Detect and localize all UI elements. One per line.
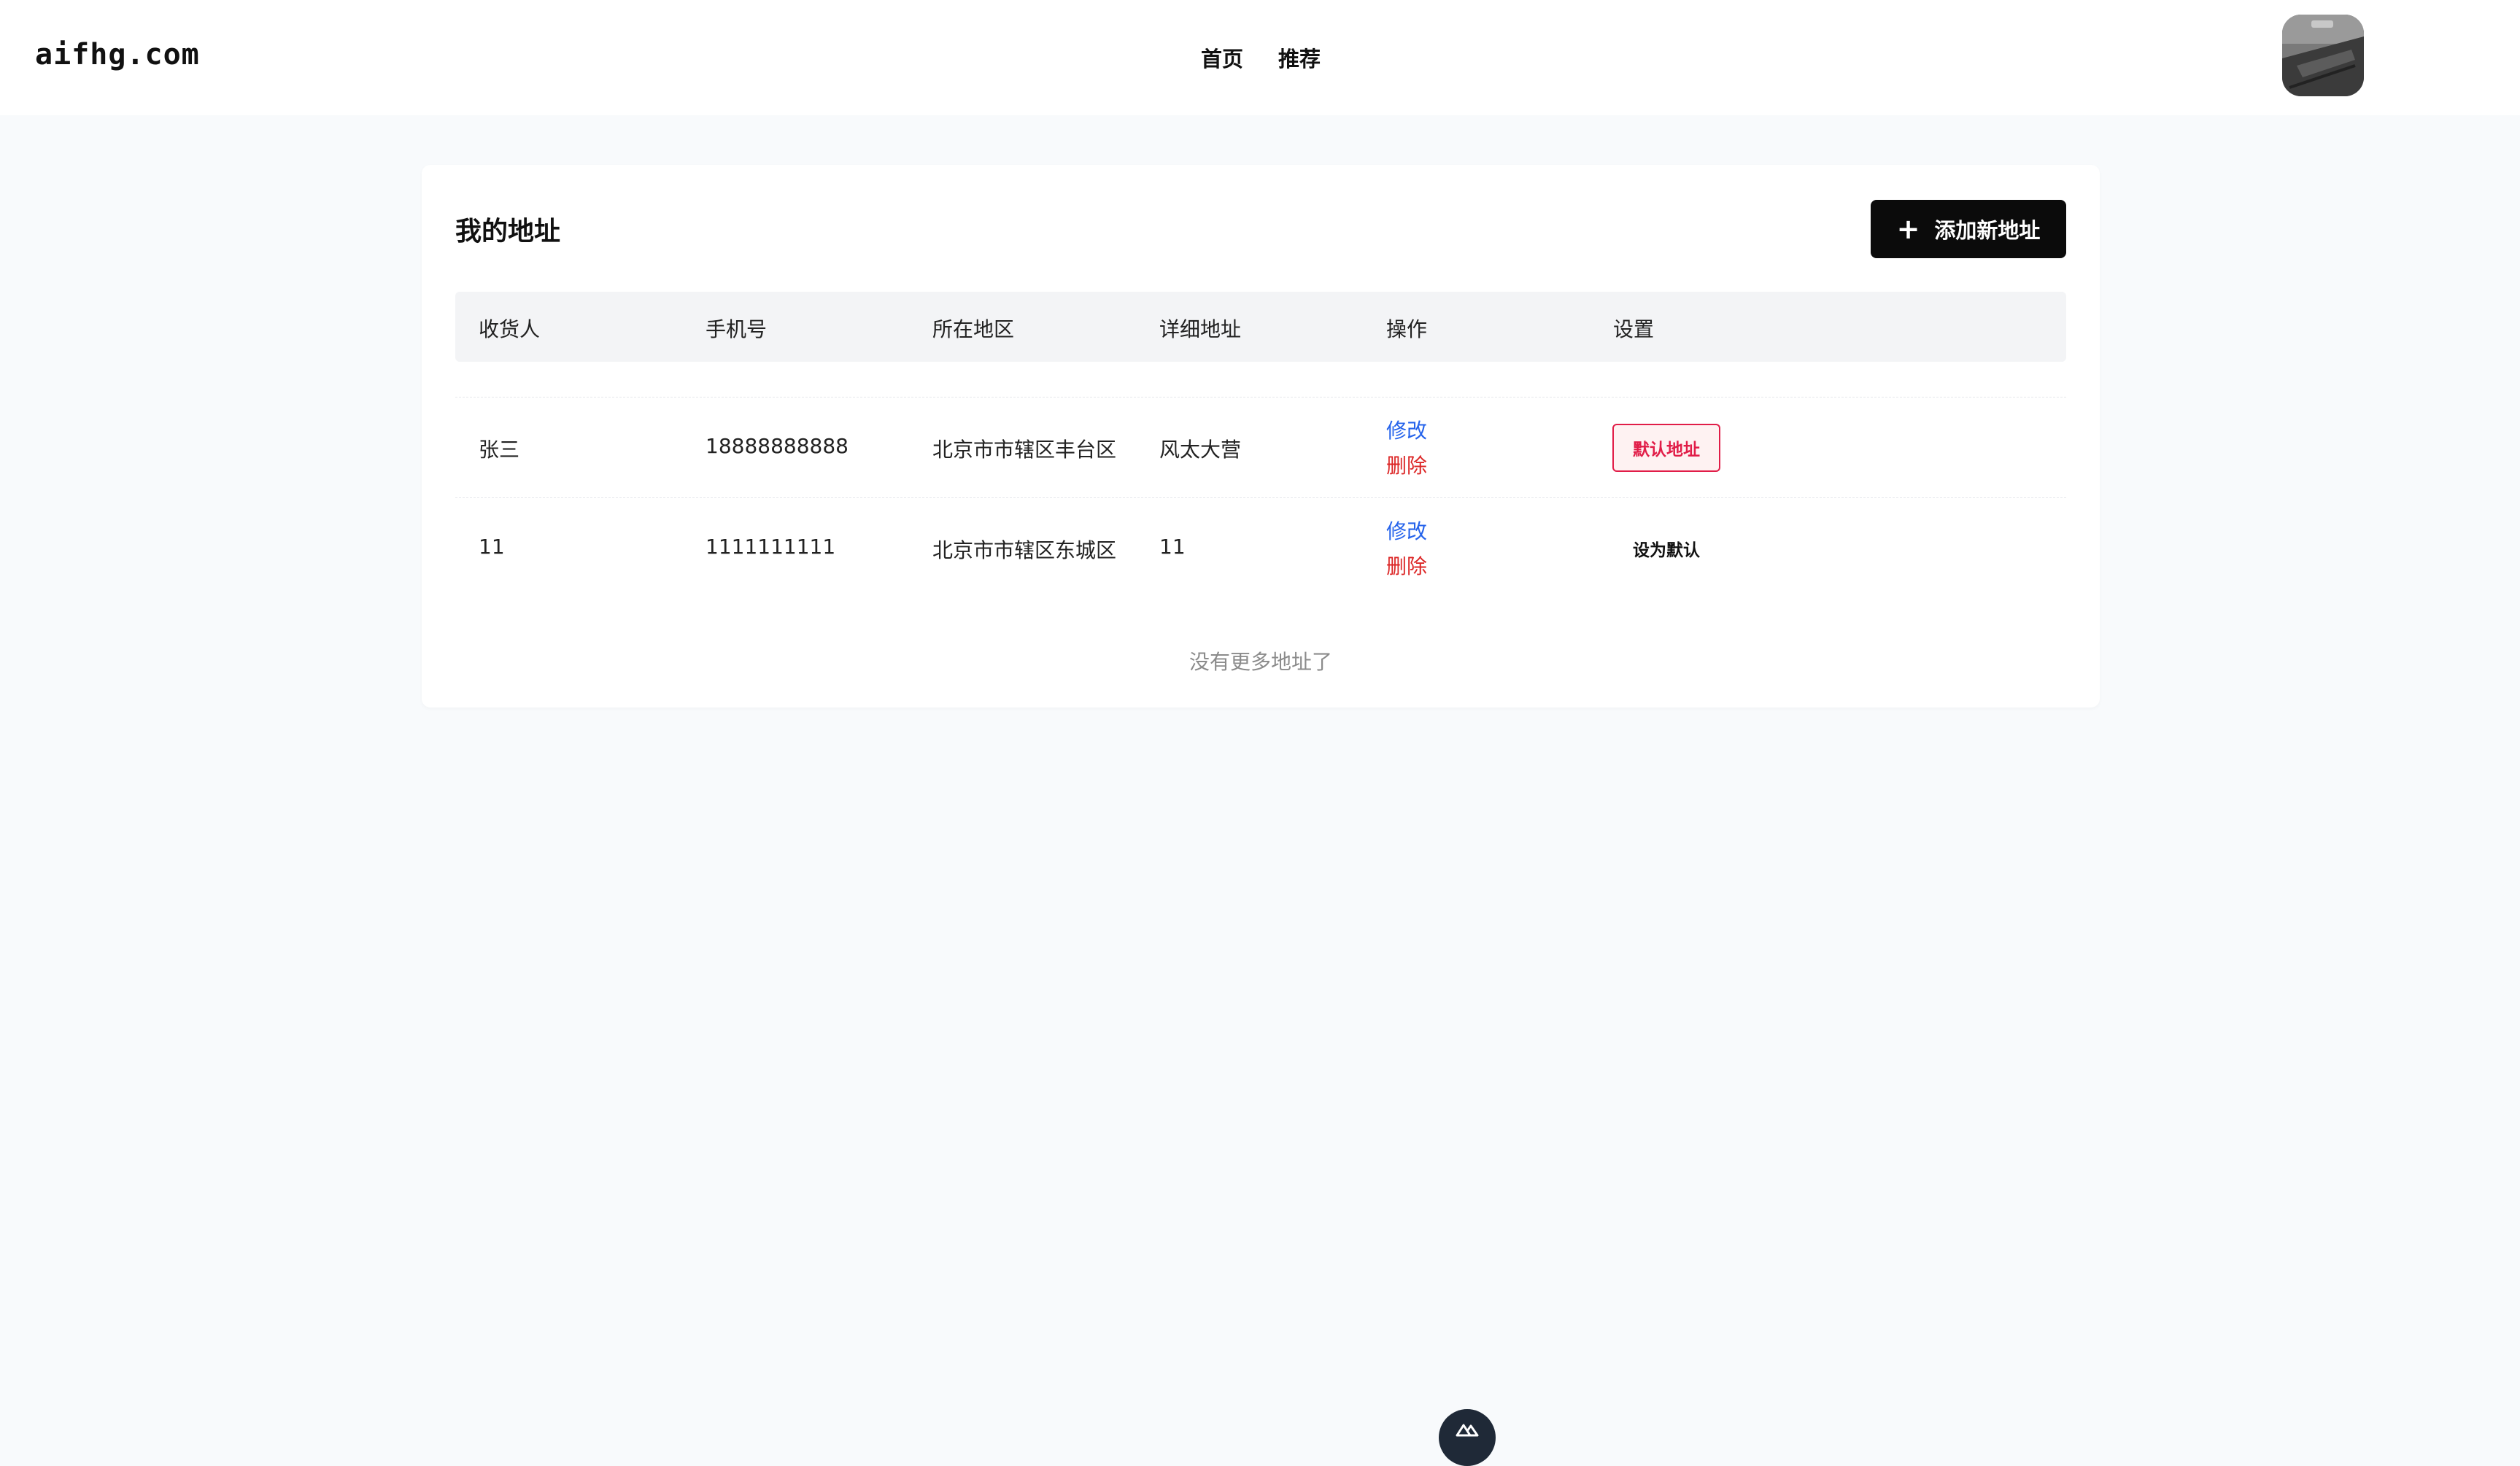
nuxt-devtools-icon [1456, 1424, 1479, 1437]
add-address-label: 添加新地址 [1934, 218, 2041, 243]
row-actions: 修改 删除 [1386, 415, 1427, 479]
nav-link-home[interactable]: 首页 [1201, 42, 1243, 73]
top-navbar: aifhg.com 首页 推荐 [0, 0, 2520, 115]
column-header-settings: 设置 [1613, 317, 1655, 341]
receiver-cell: 张三 [479, 438, 520, 462]
region-cell: 北京市市辖区东城区 [932, 538, 1117, 562]
add-address-button[interactable]: + 添加新地址 [1871, 200, 2066, 258]
page-title: 我的地址 [455, 217, 561, 247]
column-header-detail: 详细地址 [1159, 317, 1242, 341]
nav-link-recommend[interactable]: 推荐 [1278, 42, 1321, 73]
column-header-phone: 手机号 [706, 317, 768, 341]
edit-link[interactable]: 修改 [1386, 415, 1427, 444]
phone-cell: 18888888888 [706, 434, 849, 458]
default-address-badge: 默认地址 [1612, 424, 1720, 472]
avatar-image [2282, 15, 2364, 96]
table-row: 张三 18888888888 北京市市辖区丰台区 风太大营 修改 删除 默认地址 [455, 397, 2066, 497]
row-actions: 修改 删除 [1386, 516, 1427, 580]
edit-link[interactable]: 修改 [1386, 516, 1427, 545]
table-header: 收货人 手机号 所在地区 详细地址 操作 设置 [455, 292, 2066, 362]
address-card: 我的地址 + 添加新地址 收货人 手机号 所在地区 详细地址 操作 设置 张三 … [422, 165, 2100, 707]
plus-icon: + [1896, 213, 1920, 245]
main-nav: 首页 推荐 [1201, 42, 1321, 73]
delete-link[interactable]: 删除 [1386, 551, 1427, 580]
region-cell: 北京市市辖区丰台区 [932, 438, 1117, 462]
column-header-receiver: 收货人 [479, 317, 541, 341]
detail-cell: 11 [1159, 535, 1186, 559]
phone-cell: 1111111111 [706, 535, 836, 559]
user-avatar[interactable] [2282, 15, 2364, 96]
column-header-actions: 操作 [1386, 317, 1428, 341]
set-default-button[interactable]: 设为默认 [1612, 524, 1720, 573]
detail-cell: 风太大营 [1159, 438, 1242, 462]
receiver-cell: 11 [479, 535, 505, 559]
site-logo[interactable]: aifhg.com [35, 38, 200, 71]
column-header-region: 所在地区 [932, 317, 1015, 341]
table-row: 11 1111111111 北京市市辖区东城区 11 修改 删除 设为默认 [455, 497, 2066, 598]
delete-link[interactable]: 删除 [1386, 450, 1427, 479]
no-more-hint: 没有更多地址了 [1189, 650, 1332, 674]
nuxt-devtools-button[interactable] [1439, 1409, 1496, 1466]
